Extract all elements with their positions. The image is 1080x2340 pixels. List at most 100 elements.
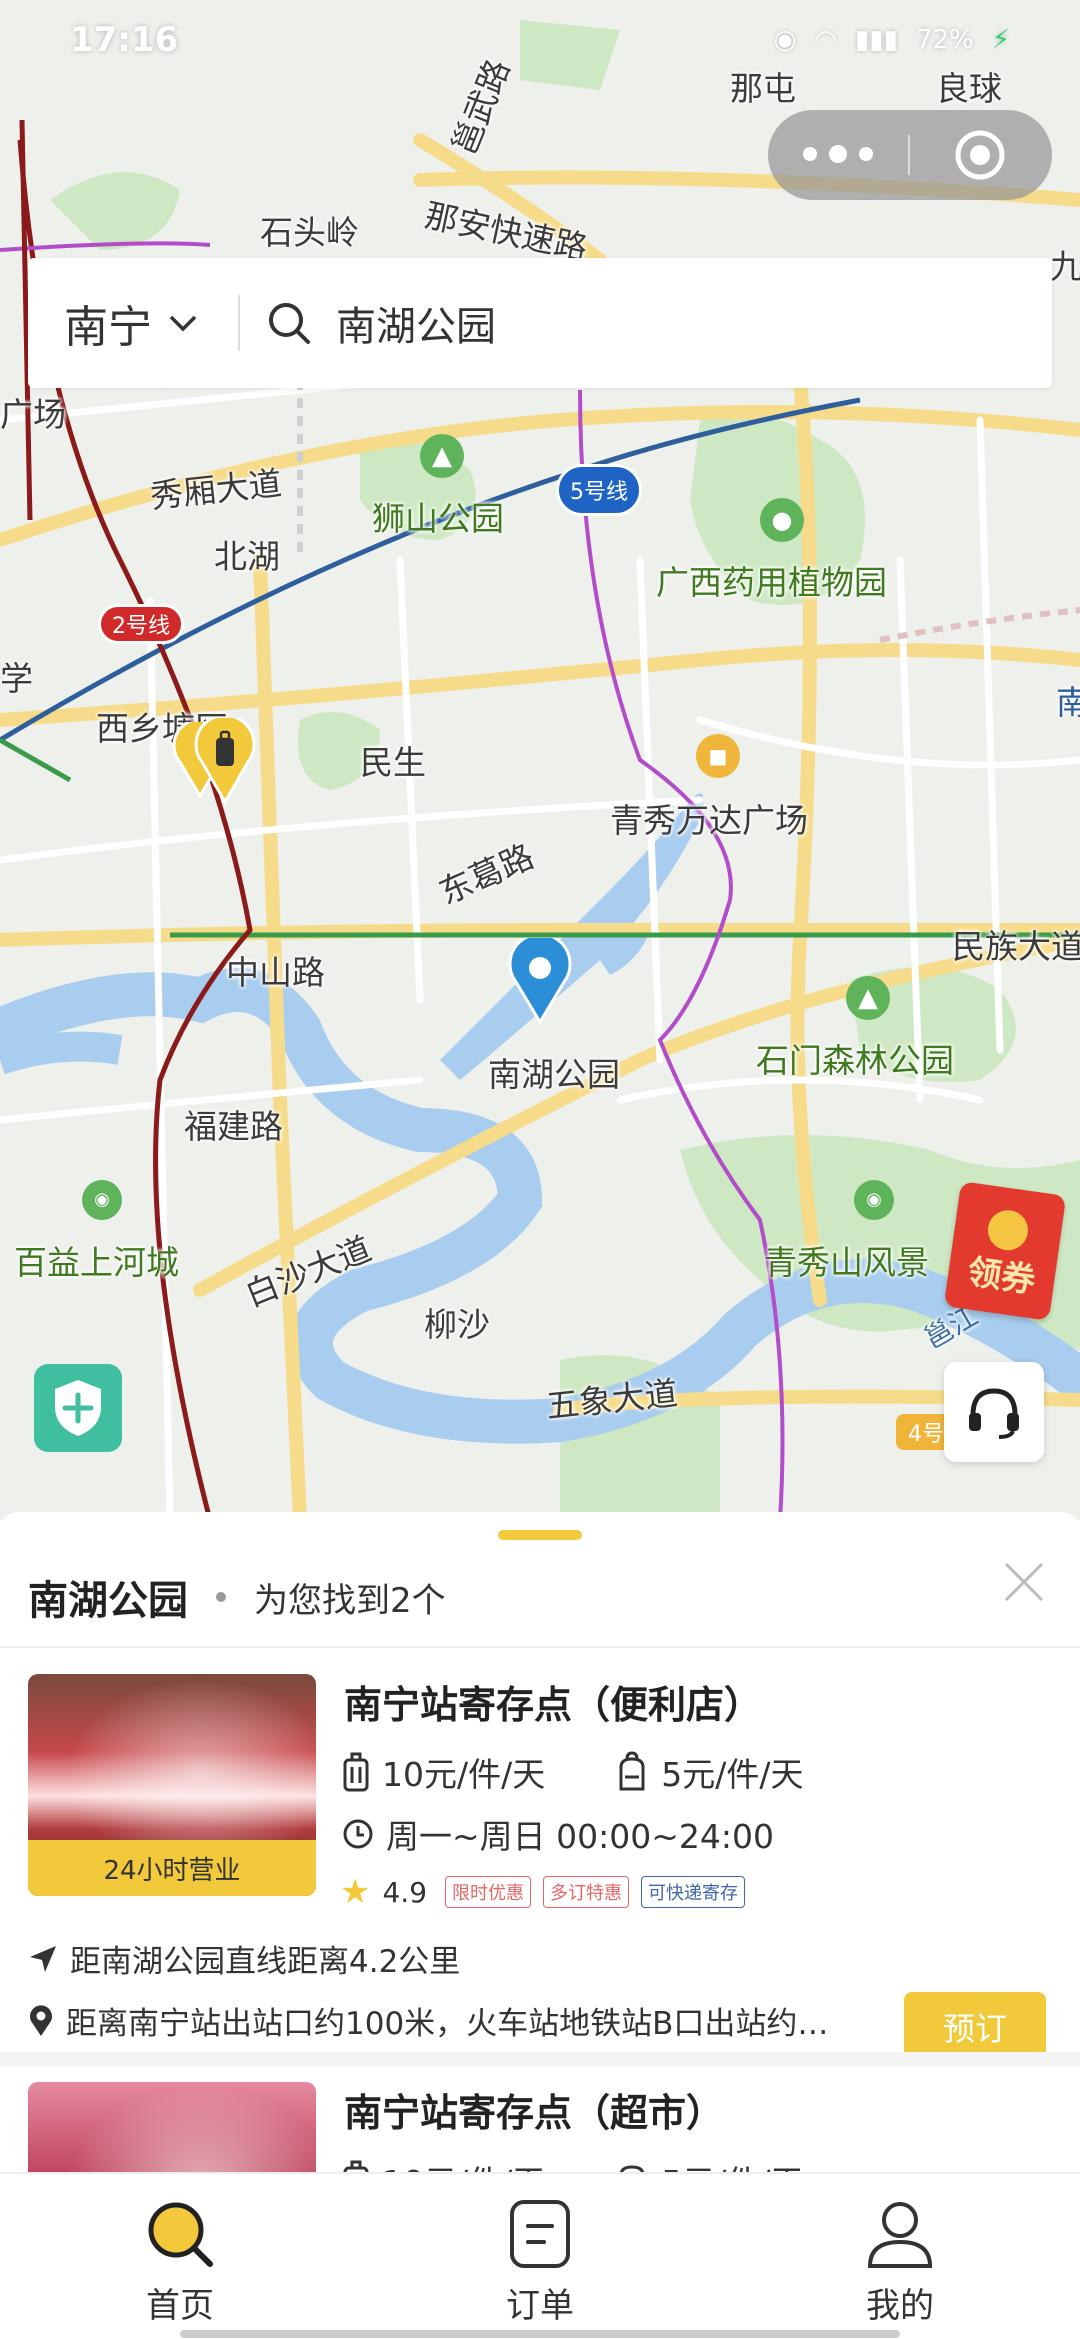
- sheet-drag-handle[interactable]: [498, 1530, 582, 1540]
- star-icon: ★: [340, 1872, 371, 1912]
- map-label-qingxiushan: 青秀山风景: [764, 1243, 929, 1282]
- signal-icon: ▮▮▮: [855, 25, 898, 55]
- metro-badge-line2: 2号线: [98, 604, 184, 644]
- map-view[interactable]: 5号线 2号线 4号 ▲ ● ▲ ■ ◉ ◉ 那屯 良球 石头岭 那安快速路 邕…: [0, 0, 1080, 1520]
- map-label-beihu: 北湖: [214, 537, 280, 576]
- charging-icon: ⚡: [991, 25, 1010, 55]
- camera-icon-baiyi: ◉: [82, 1180, 122, 1220]
- location-marker-icon: [30, 2004, 52, 2036]
- distance-text: 距南湖公园直线距离4.2公里: [70, 1944, 461, 1980]
- shield-plus-icon: [55, 1380, 101, 1436]
- park-icon-shishan: ▲: [420, 434, 464, 478]
- map-label-nan: 南: [1056, 683, 1080, 722]
- location-status-icon: ◉: [773, 25, 797, 55]
- wifi-icon: ◠: [814, 25, 837, 55]
- miniprogram-capsule: [768, 110, 1052, 200]
- backpack-icon: [619, 1751, 645, 1791]
- store-thumbnail: 24小时营业: [28, 1674, 316, 1896]
- camera-icon-qingxiushan: ◉: [854, 1180, 894, 1220]
- results-header: 南湖公园 为您找到2个: [28, 1568, 446, 1626]
- battery-level: 72%: [915, 25, 974, 55]
- clock-icon: [343, 1819, 373, 1849]
- park-icon-guangxi: ●: [760, 498, 804, 542]
- home-indicator: [180, 2330, 900, 2338]
- search-bar: 南宁 南湖公园: [28, 258, 1052, 388]
- search-icon: [269, 303, 310, 344]
- map-label-shitouling: 石头岭: [260, 213, 359, 252]
- status-time: 17:16: [70, 20, 179, 60]
- map-label-qingxiu-wanda: 青秀万达广场: [610, 801, 808, 840]
- mall-icon-wanda: ■: [696, 734, 740, 778]
- map-label-shishan: 狮山公园: [372, 499, 504, 538]
- tab-profile[interactable]: 我的: [750, 2174, 1050, 2340]
- coupon-label: 领券: [964, 1252, 1038, 1302]
- tab-bar: 首页 订单 我的: [0, 2172, 1080, 2340]
- coupon-button[interactable]: 领券: [943, 1181, 1067, 1321]
- map-label-zhongshan: 中山路: [226, 953, 325, 992]
- metro-badge-line2-label: 2号线: [112, 614, 170, 639]
- profile-icon: [867, 2202, 933, 2268]
- metro-badge-line5-label: 5号线: [570, 480, 628, 505]
- search-query: 南湖公园: [336, 304, 496, 350]
- price-bag-text: 5元/件/天: [661, 1755, 804, 1794]
- headset-icon: [969, 1388, 1019, 1439]
- metro-badge-line5: 5号线: [556, 464, 642, 516]
- city-selector[interactable]: 南宁: [28, 291, 238, 355]
- tab-orders[interactable]: 订单: [390, 2174, 690, 2340]
- open-24h-badge: 24小时营业: [28, 1840, 316, 1896]
- order-icon: [510, 2200, 570, 2268]
- rating-row: ★ 4.9 限时优惠 多订特惠 可快递寄存: [340, 1872, 746, 1912]
- map-label-fujian: 福建路: [184, 1107, 283, 1146]
- close-miniprogram-button[interactable]: [910, 128, 1050, 182]
- search-icon: [148, 2202, 213, 2267]
- opening-hours: 周一~周日 00:00~24:00: [342, 1810, 774, 1858]
- metro-badge-line4-label: 4号: [908, 1422, 944, 1447]
- header-dot: [216, 1592, 226, 1602]
- navigation-arrow-icon: [30, 1945, 56, 1972]
- map-label-minsheng: 民生: [360, 743, 426, 782]
- map-label-baiyi: 百益上河城: [14, 1243, 179, 1282]
- search-input[interactable]: 南湖公园: [240, 294, 496, 352]
- map-label-shimen: 石门森林公园: [756, 1041, 954, 1080]
- map-label-minzu: 民族大道: [952, 927, 1080, 966]
- app-screen: 5号线 2号线 4号 ▲ ● ▲ ■ ◉ ◉ 那屯 良球 石头岭 那安快速路 邕…: [0, 0, 1080, 2340]
- divider: [0, 1646, 1080, 1648]
- insurance-button[interactable]: [34, 1364, 122, 1452]
- target-icon: [955, 130, 1005, 180]
- chevron-down-icon: [169, 315, 197, 332]
- tab-orders-label: 订单: [506, 2286, 574, 2326]
- map-label-xue: 学: [0, 659, 33, 698]
- tab-home-label: 首页: [146, 2286, 214, 2326]
- price-row: 10元/件/天 5元/件/天: [342, 1748, 873, 1796]
- price-luggage-text: 10元/件/天: [382, 1755, 546, 1794]
- map-label-guangxi: 广西药用植物园: [656, 563, 887, 602]
- tag-multi-order: 多订特惠: [543, 1876, 630, 1908]
- tag-express: 可快递寄存: [641, 1876, 746, 1908]
- store-name: 南宁站寄存点（超市）: [344, 2091, 725, 2135]
- map-label-liusha: 柳沙: [424, 1305, 490, 1344]
- hours-text: 周一~周日 00:00~24:00: [386, 1817, 774, 1856]
- more-menu-button[interactable]: [768, 145, 908, 163]
- store-pin-2[interactable]: [194, 713, 256, 806]
- park-icon-shimen: ▲: [846, 976, 890, 1020]
- customer-service-button[interactable]: [944, 1362, 1044, 1462]
- city-label: 南宁: [64, 302, 152, 353]
- store-name: 南宁站寄存点（便利店）: [344, 1683, 763, 1727]
- distance-row: 距南湖公园直线距离4.2公里: [28, 1936, 460, 1981]
- map-label-jiu: 九: [1050, 247, 1080, 286]
- results-sheet: 南湖公园 为您找到2个 24小时营业 南宁站寄存点（便利店） 10元/件/天 5…: [0, 1512, 1080, 2304]
- card-separator: [0, 2052, 1080, 2066]
- close-results-button[interactable]: [1002, 1560, 1046, 1608]
- price-luggage: 10元/件/天: [342, 1748, 545, 1796]
- results-title: 南湖公园: [28, 1578, 188, 1624]
- tab-home[interactable]: 首页: [30, 2174, 330, 2340]
- location-pin[interactable]: [508, 932, 572, 1025]
- location-pin-icon: [508, 932, 572, 1025]
- address-text: 距离南宁站出站口约100米，火车站地铁站B口出站约…: [66, 2006, 829, 2042]
- luggage-pin-icon: [194, 713, 256, 806]
- rating-value: 4.9: [382, 1875, 428, 1909]
- tab-profile-label: 我的: [866, 2286, 934, 2326]
- status-bar: 17:16 ◉ ◠ ▮▮▮ 72% ⚡: [0, 0, 1080, 80]
- coupon-seal-icon: [985, 1207, 1031, 1253]
- close-icon: [1004, 1562, 1044, 1602]
